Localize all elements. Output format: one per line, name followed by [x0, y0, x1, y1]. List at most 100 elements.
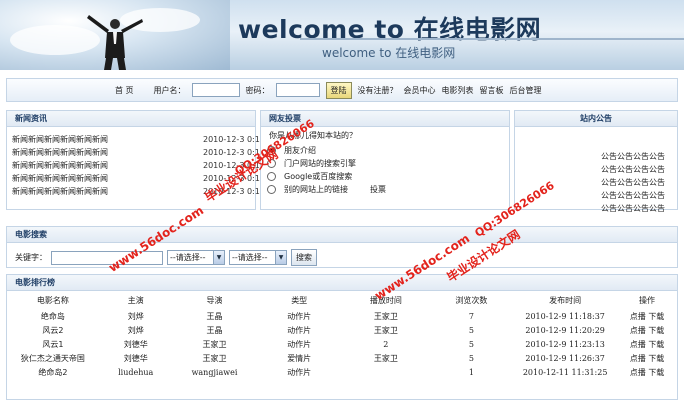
notice-item[interactable]: 公告公告公告公告: [515, 189, 677, 202]
login-button[interactable]: 登陆: [325, 81, 352, 99]
movie-name-cell[interactable]: 风云2: [7, 323, 99, 337]
table-header-row: 电影名称 主演 导演 类型 播放时间 浏览次数 发布时间 操作: [7, 291, 677, 309]
poll-panel-header: 网友投票: [261, 111, 509, 127]
download-link[interactable]: 下载: [648, 368, 664, 377]
ranking-table: 电影名称 主演 导演 类型 播放时间 浏览次数 发布时间 操作 绝命岛 刘烨 王…: [7, 291, 677, 379]
movie-search-panel: 电影搜索 关键字： --请选择-- ▼ --请选择-- ▼ 搜索: [6, 226, 678, 268]
action-cell: 点播 下载: [617, 309, 677, 323]
top-nav-bar: 首 页 用户名： 密码： 登陆 没有注册？ 会员中心 电影列表 留言板 后台管理: [6, 78, 678, 102]
download-link[interactable]: 下载: [648, 340, 664, 349]
poll-option[interactable]: 别的网站上的链接 投票: [261, 183, 509, 196]
cell: wangjiawei: [191, 367, 238, 377]
column-header: 主演: [127, 295, 144, 305]
table-row: 风云1 刘德华 王家卫 动作片 2 5 2010-12-9 11:23:13 点…: [7, 337, 677, 351]
play-link[interactable]: 点播: [630, 340, 646, 349]
cell: 刘德华: [123, 339, 148, 349]
table-row: 狄仁杰之通天帝国 刘德华 王家卫 爱情片 王家卫 5 2010-12-9 11:…: [7, 351, 677, 365]
cell: 动作片: [287, 339, 312, 349]
movie-name-cell[interactable]: 风云1: [7, 337, 99, 351]
column-header: 浏览次数: [455, 295, 488, 305]
cell: 7: [468, 311, 474, 321]
radio-selected-icon[interactable]: [267, 146, 276, 155]
businessman-figure-icon: [87, 15, 143, 70]
register-link[interactable]: 没有注册？: [358, 85, 398, 96]
column-header: 电影名称: [36, 295, 69, 305]
notice-item[interactable]: 公告公告公告公告: [515, 176, 677, 189]
radio-icon[interactable]: [267, 159, 276, 168]
poll-question: 你是从哪儿得知本站的？: [269, 131, 357, 140]
notice-list: 公告公告公告公告 公告公告公告公告 公告公告公告公告 公告公告公告公告 公告公告…: [515, 127, 677, 215]
cell: 刘烨: [127, 325, 144, 335]
table-row: 风云2 刘烨 王晶 动作片 王家卫 5 2010-12-9 11:20:29 点…: [7, 323, 677, 337]
nav-admin-link[interactable]: 后台管理: [510, 85, 542, 96]
poll-option[interactable]: 朋友介绍: [261, 144, 509, 157]
cell: 2010-12-9 11:23:13: [525, 339, 605, 349]
action-cell: 点播 下载: [617, 351, 677, 365]
cell: 2010-12-9 11:18:37: [525, 311, 605, 321]
news-item[interactable]: 新闻新闻新闻新闻新闻新闻 2010-12-3 0:18:26: [7, 172, 278, 185]
cell: 5: [468, 353, 474, 363]
header-banner: welcome to 在线电影网 welcome to 在线电影网: [0, 0, 684, 70]
news-item[interactable]: 新闻新闻新闻新闻新闻新闻 2010-12-3 0:18:23: [7, 159, 278, 172]
news-item[interactable]: 新闻新闻新闻新闻新闻新闻 2010-12-3 0:18:20: [7, 146, 278, 159]
notice-item[interactable]: 公告公告公告公告: [515, 202, 677, 215]
nav-message-board-link[interactable]: 留言板: [480, 85, 504, 96]
password-input[interactable]: [275, 83, 320, 97]
poll-option[interactable]: Google或百度搜索: [261, 170, 509, 183]
cell: 2010-12-11 11:31:25: [522, 367, 608, 377]
news-item[interactable]: 新闻新闻新闻新闻新闻新闻 2010-12-3 0:18:29: [7, 185, 278, 198]
cell: 刘烨: [127, 311, 144, 321]
username-input[interactable]: [191, 83, 240, 97]
keyword-input[interactable]: [51, 250, 163, 265]
notice-panel-header: 站内公告: [515, 111, 677, 127]
poll-option[interactable]: 门户网站的搜索引擎: [261, 157, 509, 170]
play-link[interactable]: 点播: [630, 326, 646, 335]
action-cell: 点播 下载: [617, 365, 677, 379]
nav-movie-list-link[interactable]: 电影列表: [442, 85, 474, 96]
download-link[interactable]: 下载: [648, 326, 664, 335]
cell: liudehua: [118, 367, 154, 377]
notice-panel: 站内公告 公告公告公告公告 公告公告公告公告 公告公告公告公告 公告公告公告公告…: [514, 110, 678, 213]
radio-icon[interactable]: [267, 185, 276, 194]
nav-member-center-link[interactable]: 会员中心: [404, 85, 436, 96]
news-panel: 新闻资讯 新闻新闻新闻新闻新闻新闻 2010-12-3 0:18 新闻新闻新闻新闻…: [6, 110, 278, 210]
banner-divider: [300, 38, 684, 40]
cell: 爱情片: [287, 353, 312, 363]
cell: 5: [468, 339, 474, 349]
cell: 王家卫: [373, 353, 398, 363]
download-link[interactable]: 下载: [648, 354, 664, 363]
search-button[interactable]: 搜索: [291, 249, 317, 266]
movie-name-cell[interactable]: 绝命岛2: [7, 365, 99, 379]
news-item[interactable]: 新闻新闻新闻新闻新闻新闻 2010-12-3 0:18: [7, 133, 265, 146]
search-panel-header: 电影搜索: [7, 227, 677, 243]
cell: 王家卫: [202, 339, 227, 349]
cell: 王家卫: [373, 311, 398, 321]
type-select[interactable]: --请选择-- ▼: [229, 250, 287, 265]
notice-item[interactable]: 公告公告公告公告: [515, 150, 677, 163]
table-row: 绝命岛 刘烨 王晶 动作片 王家卫 7 2010-12-9 11:18:37 点…: [7, 309, 677, 323]
nav-home-link[interactable]: 首 页: [115, 85, 134, 96]
poll-panel: 网友投票 你是从哪儿得知本站的？ 朋友介绍 门户网站的搜索引擎 Google或百…: [260, 110, 510, 210]
search-form: 关键字： --请选择-- ▼ --请选择-- ▼ 搜索: [7, 243, 677, 266]
chevron-down-icon[interactable]: ▼: [213, 251, 224, 264]
movie-name-cell[interactable]: 狄仁杰之通天帝国: [7, 351, 99, 365]
vote-link[interactable]: 投票: [370, 183, 386, 196]
play-link[interactable]: 点播: [630, 368, 646, 377]
cell: 1: [468, 367, 474, 377]
play-link[interactable]: 点播: [630, 354, 646, 363]
cell: [342, 365, 430, 379]
play-link[interactable]: 点播: [630, 312, 646, 321]
cell: 王晶: [206, 311, 223, 321]
notice-item[interactable]: 公告公告公告公告: [515, 163, 677, 176]
cell: 王家卫: [202, 353, 227, 363]
column-header: 发布时间: [549, 295, 582, 305]
news-list: 新闻新闻新闻新闻新闻新闻 2010-12-3 0:18 新闻新闻新闻新闻新闻新闻 2…: [7, 127, 278, 198]
chevron-down-icon[interactable]: ▼: [275, 251, 286, 264]
movie-name-cell[interactable]: 绝命岛: [7, 309, 99, 323]
radio-icon[interactable]: [267, 172, 276, 181]
category-select[interactable]: --请选择-- ▼: [167, 250, 225, 265]
table-row: 绝命岛2 liudehua wangjiawei 动作片 1 2010-12-1…: [7, 365, 677, 379]
password-label: 密码：: [245, 85, 270, 95]
download-link[interactable]: 下载: [648, 312, 664, 321]
cell: 5: [468, 325, 474, 335]
